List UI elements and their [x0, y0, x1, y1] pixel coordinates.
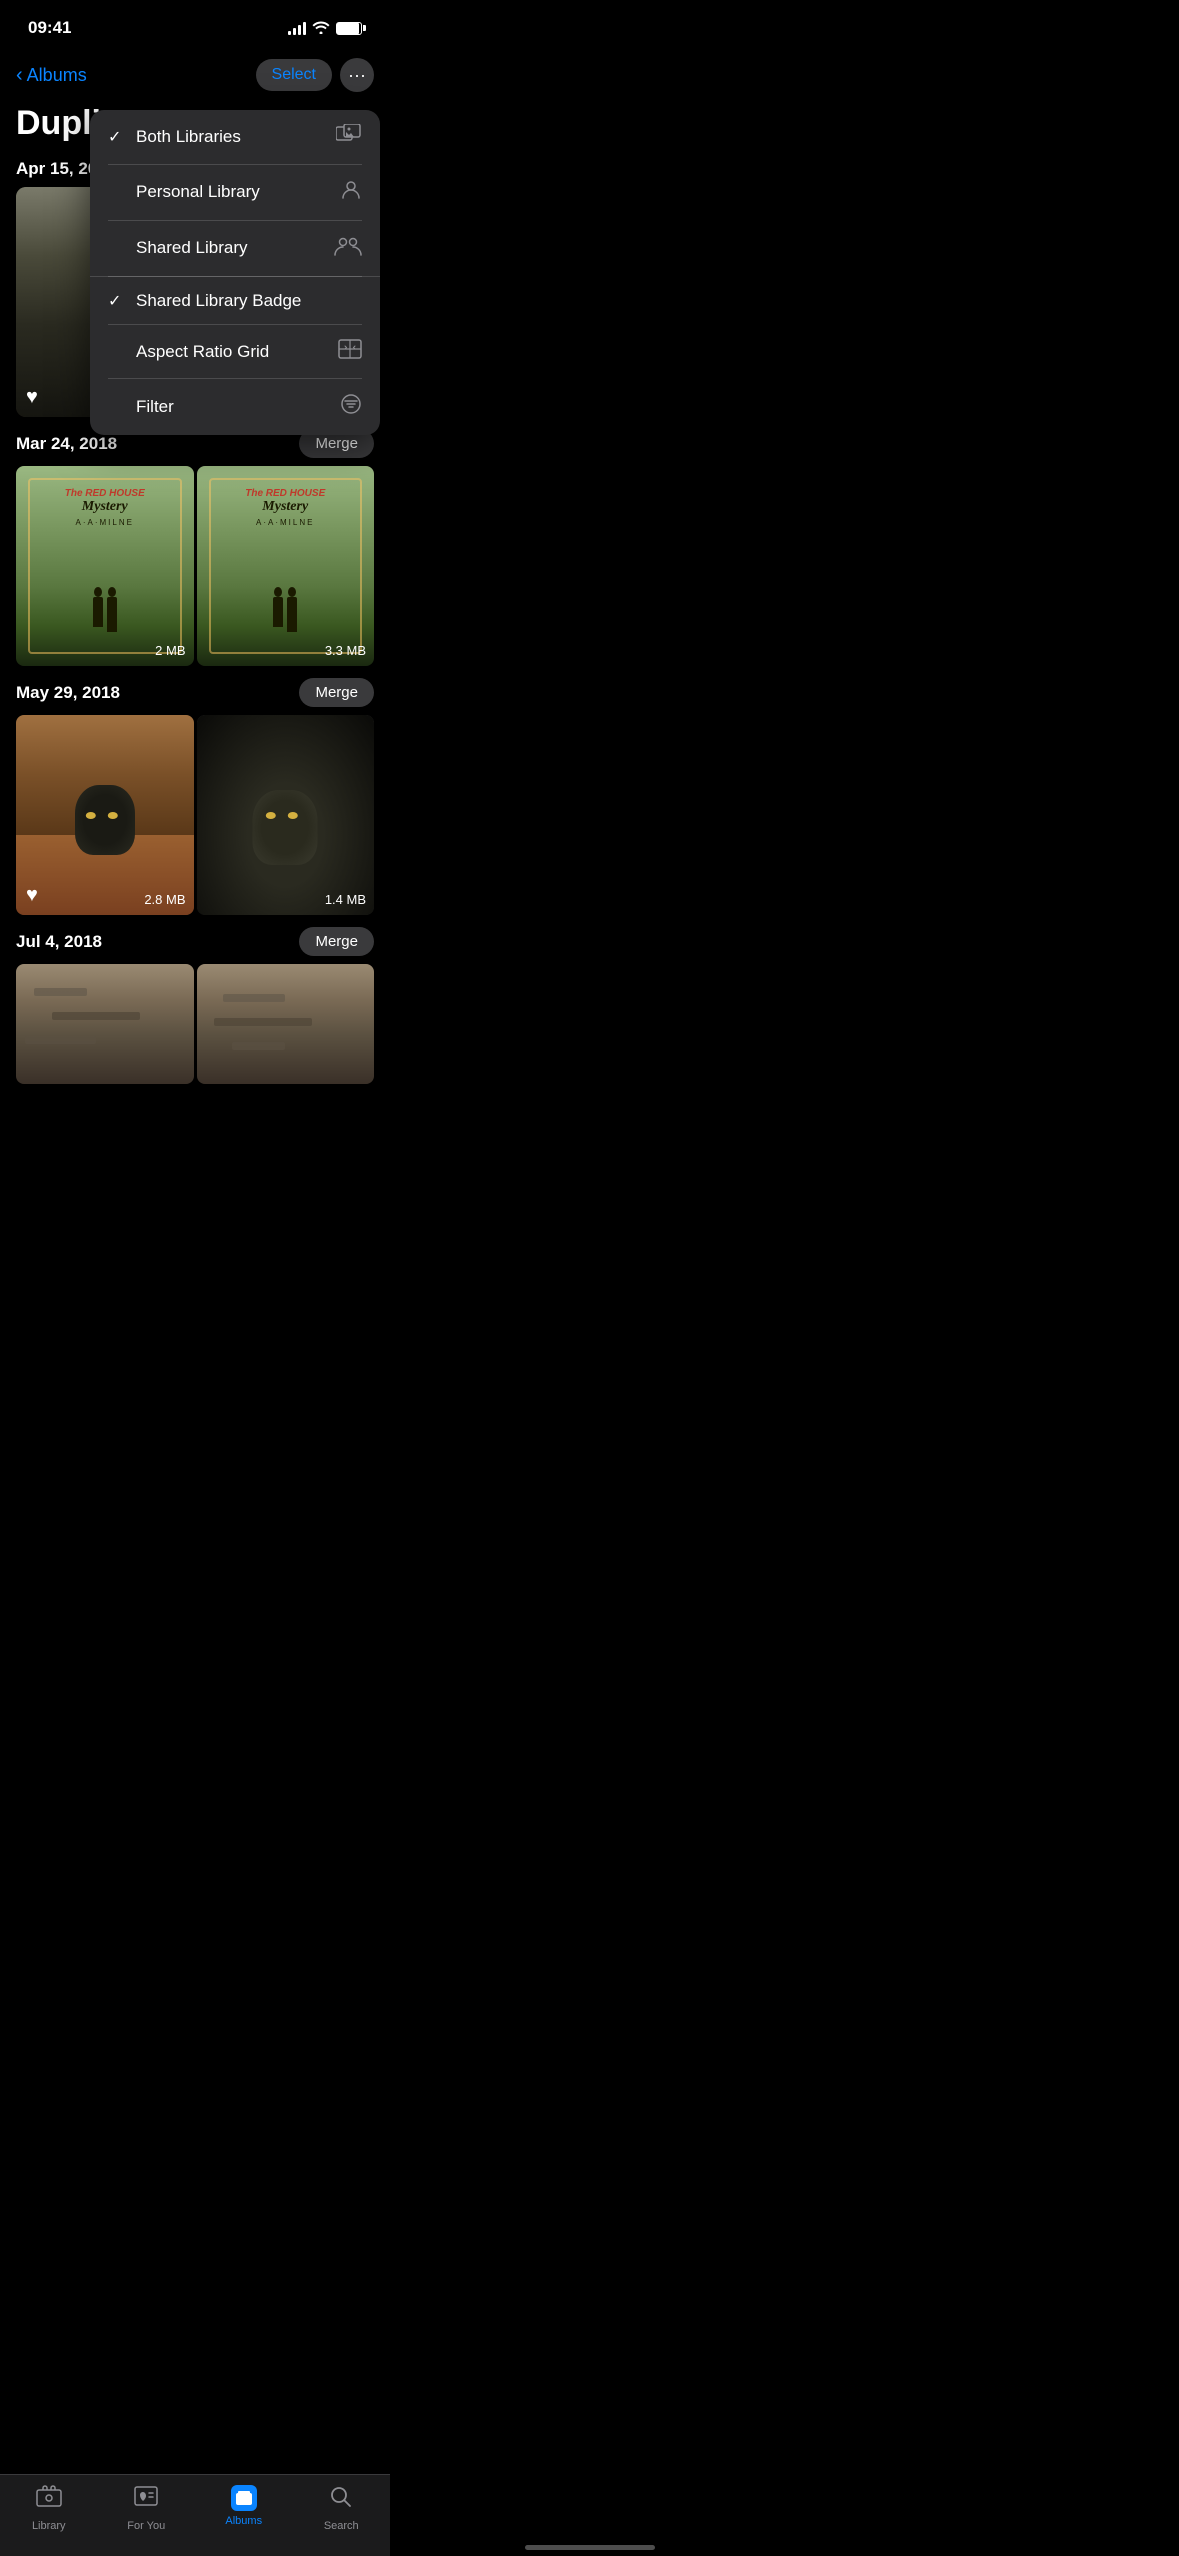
select-button[interactable]: Select: [256, 59, 332, 91]
status-icons: [288, 20, 362, 37]
status-bar: 09:41: [0, 0, 390, 50]
photo-size: 3.3 MB: [325, 643, 366, 658]
signal-icon: [288, 21, 306, 35]
photo-cat2b[interactable]: 1.4 MB: [197, 715, 375, 915]
albums-icon: [231, 2485, 257, 2511]
tab-search-label: Search: [324, 2520, 359, 2532]
merge-button-may-2018[interactable]: Merge: [299, 678, 374, 707]
dropdown-item-shared-library[interactable]: ✓ Shared Library: [90, 220, 380, 276]
chevron-left-icon: ‹: [16, 64, 23, 87]
status-time: 09:41: [28, 18, 71, 38]
photo-stone1[interactable]: [16, 964, 194, 1084]
tab-albums[interactable]: Albums: [214, 2485, 274, 2532]
photo-pair-may-2018: ♥ 2.8 MB 1.4 MB: [16, 715, 374, 915]
dropdown-label: Shared Library: [136, 238, 326, 258]
photo-book1[interactable]: The RED HOUSE Mystery A·A·MILNE 2 MB: [16, 466, 194, 666]
library-icon: [36, 2485, 62, 2516]
photo-size: 1.4 MB: [325, 892, 366, 907]
back-button[interactable]: ‹ Albums: [16, 64, 87, 87]
merge-button-jul-2018[interactable]: Merge: [299, 927, 374, 956]
nav-actions: Select ···: [256, 58, 374, 92]
photo-size: 2.8 MB: [144, 892, 185, 907]
dropdown-item-filter[interactable]: ✓ Filter: [90, 379, 380, 435]
filter-icon: [340, 393, 362, 421]
heart-icon: ♥: [26, 386, 38, 409]
for-you-icon: [133, 2485, 159, 2516]
photo-pair-mar-2018: The RED HOUSE Mystery A·A·MILNE 2 MB: [16, 466, 374, 666]
person-double-icon: [334, 234, 362, 262]
tab-for-you[interactable]: For You: [116, 2485, 176, 2532]
battery-icon: [336, 22, 362, 35]
dropdown-label: Both Libraries: [136, 127, 328, 147]
date-section-may-2018: May 29, 2018 Merge: [16, 666, 374, 715]
date-label: Mar 24, 2018: [16, 434, 117, 454]
tab-library[interactable]: Library: [19, 2485, 79, 2532]
wifi-icon: [312, 20, 330, 37]
date-label: May 29, 2018: [16, 683, 120, 703]
dropdown-menu: ✓ Both Libraries ✓ Personal Library ✓ Sh…: [90, 110, 380, 435]
date-section-jul-2018: Jul 4, 2018 Merge: [16, 915, 374, 964]
photo-stone2[interactable]: [197, 964, 375, 1084]
dropdown-label: Filter: [136, 397, 332, 417]
check-icon: ✓: [108, 291, 132, 311]
photo-size: 2 MB: [155, 643, 185, 658]
back-label: Albums: [27, 65, 87, 86]
dropdown-item-both-libraries[interactable]: ✓ Both Libraries: [90, 110, 380, 164]
date-label: Jul 4, 2018: [16, 932, 102, 952]
person-icon: [340, 178, 362, 206]
photo-pair-jul-2018: [16, 964, 374, 1084]
dropdown-label: Shared Library Badge: [136, 291, 362, 311]
tab-bar: Library For You Albums: [0, 2474, 390, 2556]
tab-for-you-label: For You: [127, 2520, 165, 2532]
more-button[interactable]: ···: [340, 58, 374, 92]
check-icon: ✓: [108, 127, 132, 147]
photo-cat2a[interactable]: ♥ 2.8 MB: [16, 715, 194, 915]
dropdown-label: Personal Library: [136, 182, 332, 202]
image-double-icon: [336, 124, 362, 150]
tab-albums-label: Albums: [225, 2515, 262, 2527]
aspect-ratio-icon: [338, 339, 362, 365]
dropdown-item-aspect-ratio-grid[interactable]: ✓ Aspect Ratio Grid: [90, 325, 380, 379]
photo-book2[interactable]: The RED HOUSE Mystery A·A·MILNE 3.3 MB: [197, 466, 375, 666]
search-icon: [329, 2485, 353, 2516]
tab-library-label: Library: [32, 2520, 66, 2532]
home-indicator: [525, 2545, 655, 2550]
heart-icon: ♥: [26, 884, 38, 907]
nav-bar: ‹ Albums Select ···: [0, 50, 390, 100]
tab-search[interactable]: Search: [311, 2485, 371, 2532]
dropdown-label: Aspect Ratio Grid: [136, 342, 330, 362]
dropdown-item-personal-library[interactable]: ✓ Personal Library: [90, 164, 380, 220]
dropdown-item-shared-library-badge[interactable]: ✓ Shared Library Badge: [90, 277, 380, 325]
